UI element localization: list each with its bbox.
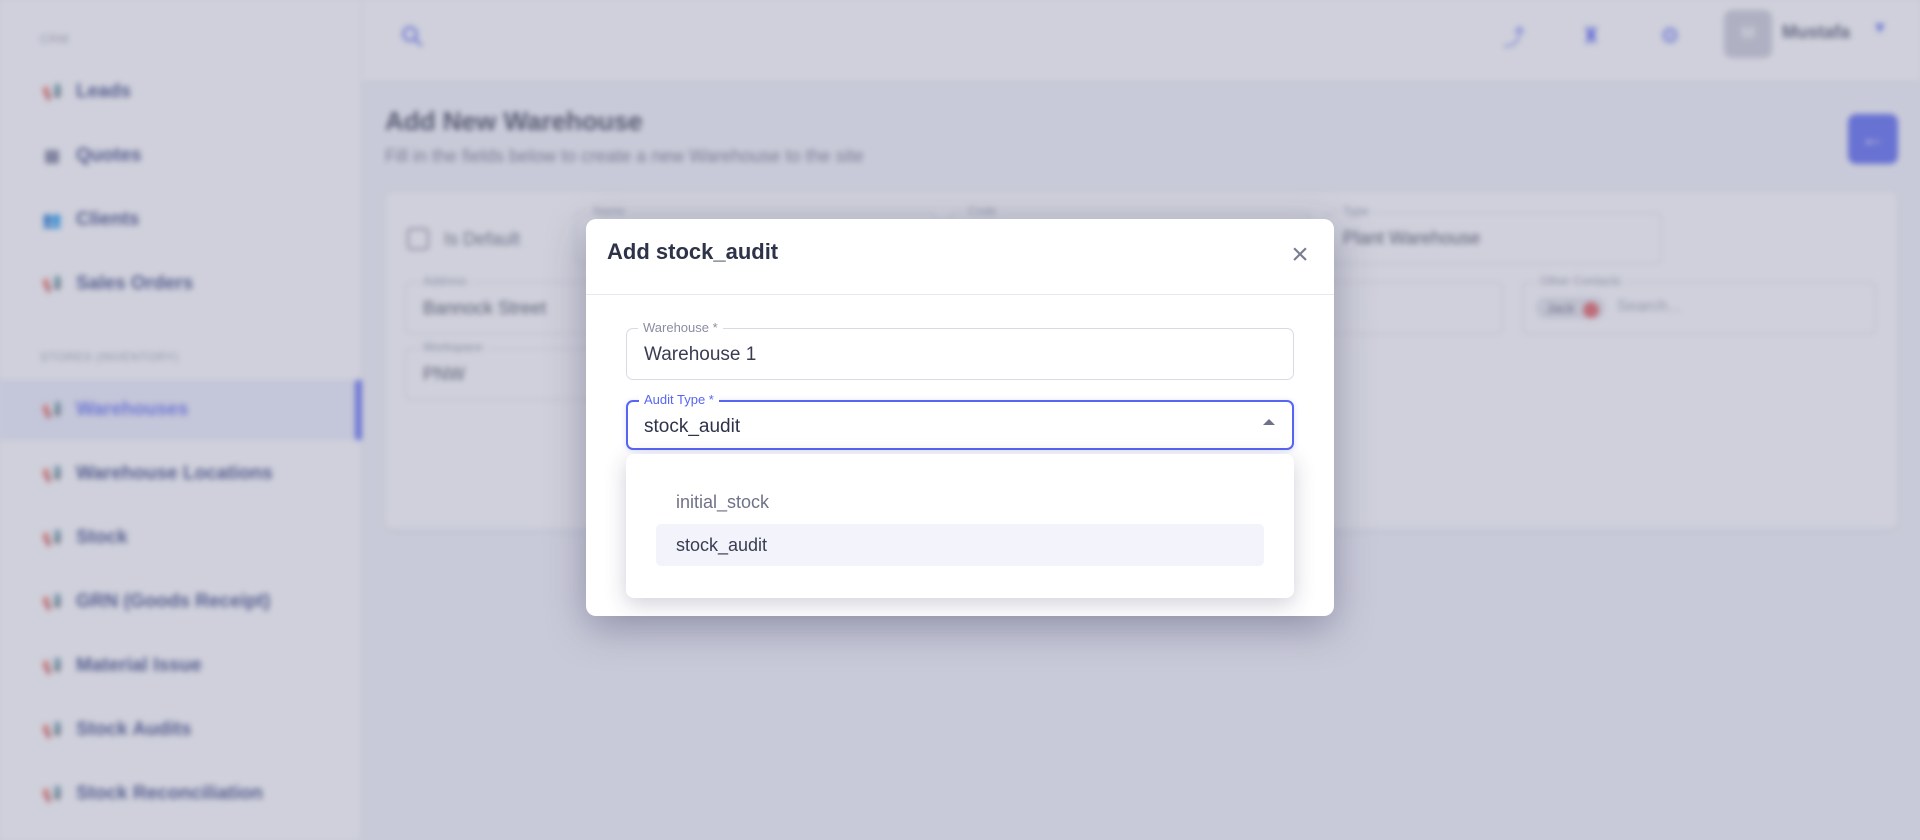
audit-type-label: Audit Type * [639,392,719,407]
close-icon: × [1291,238,1309,271]
modal-title: Add stock_audit [607,239,779,264]
dropdown-option-initial-stock[interactable]: initial_stock [656,481,1264,523]
audit-type-dropdown: initial_stock stock_audit [626,454,1294,598]
dropdown-option-stock-audit[interactable]: stock_audit [656,524,1264,566]
chevron-up-icon [1263,419,1275,425]
warehouse-field-value: Warehouse 1 [644,344,757,365]
audit-type-select[interactable]: Audit Type * stock_audit [626,392,1294,450]
close-button[interactable]: × [1284,239,1316,271]
audit-type-value: stock_audit [644,416,741,437]
warehouse-field[interactable]: Warehouse * Warehouse 1 [626,320,1294,380]
modal-header: Add stock_audit × [586,219,1334,295]
warehouse-field-label: Warehouse * [638,320,723,335]
